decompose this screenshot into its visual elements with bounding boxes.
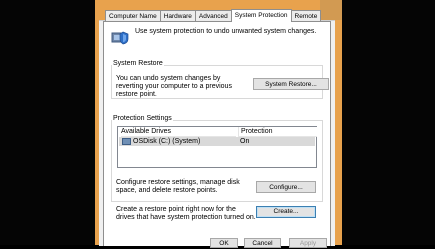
system-restore-label: System Restore bbox=[112, 60, 164, 67]
tab-computer-name[interactable]: Computer Name bbox=[105, 10, 161, 21]
system-protection-icon bbox=[111, 31, 129, 45]
create-description: Create a restore point right now for the… bbox=[116, 206, 256, 221]
tab-remote[interactable]: Remote bbox=[290, 10, 322, 21]
system-restore-description: You can undo system changes by reverting… bbox=[116, 75, 232, 98]
cancel-button[interactable]: Cancel bbox=[244, 238, 281, 248]
tab-advanced[interactable]: Advanced bbox=[194, 10, 232, 21]
drive-row[interactable]: OSDisk (C:) (System) On bbox=[119, 137, 315, 146]
tab-system-protection[interactable]: System Protection bbox=[230, 9, 292, 22]
configure-button[interactable]: Configure... bbox=[256, 181, 316, 193]
drives-list[interactable]: Available Drives Protection OSDisk (C:) … bbox=[117, 126, 317, 168]
column-header-protection[interactable]: Protection bbox=[238, 127, 317, 137]
desktop-background-left bbox=[0, 0, 95, 245]
drive-icon bbox=[122, 138, 131, 145]
configure-description: Configure restore settings, manage disk … bbox=[116, 179, 240, 194]
drive-name: OSDisk (C:) (System) bbox=[133, 138, 201, 145]
drive-protection: On bbox=[240, 138, 250, 145]
intro-text: Use system protection to undo unwanted s… bbox=[135, 28, 317, 35]
close-icon[interactable] bbox=[320, 0, 342, 20]
create-button[interactable]: Create... bbox=[256, 206, 316, 218]
protection-settings-label: Protection Settings bbox=[112, 115, 173, 122]
desktop-background-right bbox=[342, 0, 435, 245]
tab-hardware[interactable]: Hardware bbox=[159, 10, 196, 21]
apply-button[interactable]: Apply bbox=[289, 238, 327, 248]
tab-strip: Computer Name Hardware Advanced System P… bbox=[105, 9, 322, 22]
ok-button[interactable]: OK bbox=[210, 238, 238, 248]
column-header-drives[interactable]: Available Drives bbox=[121, 127, 236, 137]
system-restore-button[interactable]: System Restore... bbox=[253, 78, 329, 90]
